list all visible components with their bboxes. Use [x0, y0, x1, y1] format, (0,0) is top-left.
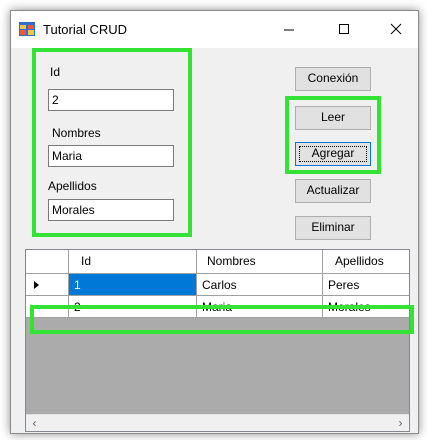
actualizar-button[interactable]: Actualizar	[295, 179, 371, 203]
chevron-right-icon[interactable]: ›	[392, 415, 409, 431]
apellidos-field[interactable]: Morales	[48, 199, 174, 221]
table-cell-nombres[interactable]: Carlos	[197, 274, 323, 296]
leer-button[interactable]: Leer	[295, 106, 371, 130]
conexion-button[interactable]: Conexión	[295, 67, 371, 91]
maximize-button[interactable]	[321, 11, 367, 48]
close-icon	[390, 22, 402, 39]
horizontal-scrollbar[interactable]: ‹ ›	[26, 414, 409, 431]
current-row-arrow-icon	[34, 274, 40, 295]
eliminar-button[interactable]: Eliminar	[295, 216, 371, 240]
grid-corner[interactable]	[26, 250, 69, 274]
id-label: Id	[50, 65, 61, 79]
table-row[interactable]: 1 Carlos Peres	[26, 274, 409, 296]
table-cell-apellidos[interactable]: Peres	[323, 274, 409, 296]
close-button[interactable]	[373, 11, 419, 48]
nombres-label: Nombres	[52, 126, 101, 140]
minimize-icon	[283, 22, 295, 39]
main-window: Tutorial CRUD Id 2 Nombres Maria Apellid…	[10, 10, 419, 434]
nombres-field[interactable]: Maria	[48, 145, 174, 167]
app-form-icon	[19, 22, 35, 36]
column-header-id[interactable]: Id	[69, 250, 197, 274]
minimize-button[interactable]	[266, 11, 312, 48]
agregar-button-label: Agregar	[311, 146, 355, 160]
grid-header: Id Nombres Apellidos	[26, 250, 409, 274]
chevron-left-icon[interactable]: ‹	[26, 415, 43, 431]
title-bar[interactable]: Tutorial CRUD	[11, 11, 418, 48]
column-header-nombres[interactable]: Nombres	[197, 250, 323, 274]
data-grid[interactable]: Id Nombres Apellidos 1 Carlos Peres 2 Ma…	[25, 249, 410, 432]
window-title: Tutorial CRUD	[43, 22, 128, 37]
id-field[interactable]: 2	[48, 89, 174, 111]
column-header-apellidos[interactable]: Apellidos	[323, 250, 409, 274]
row-header[interactable]	[26, 274, 69, 296]
maximize-icon	[338, 22, 350, 39]
row-highlight	[30, 305, 414, 334]
table-cell-id[interactable]: 1	[69, 274, 197, 296]
agregar-button[interactable]: Agregar	[295, 142, 371, 166]
apellidos-label: Apellidos	[48, 179, 97, 193]
